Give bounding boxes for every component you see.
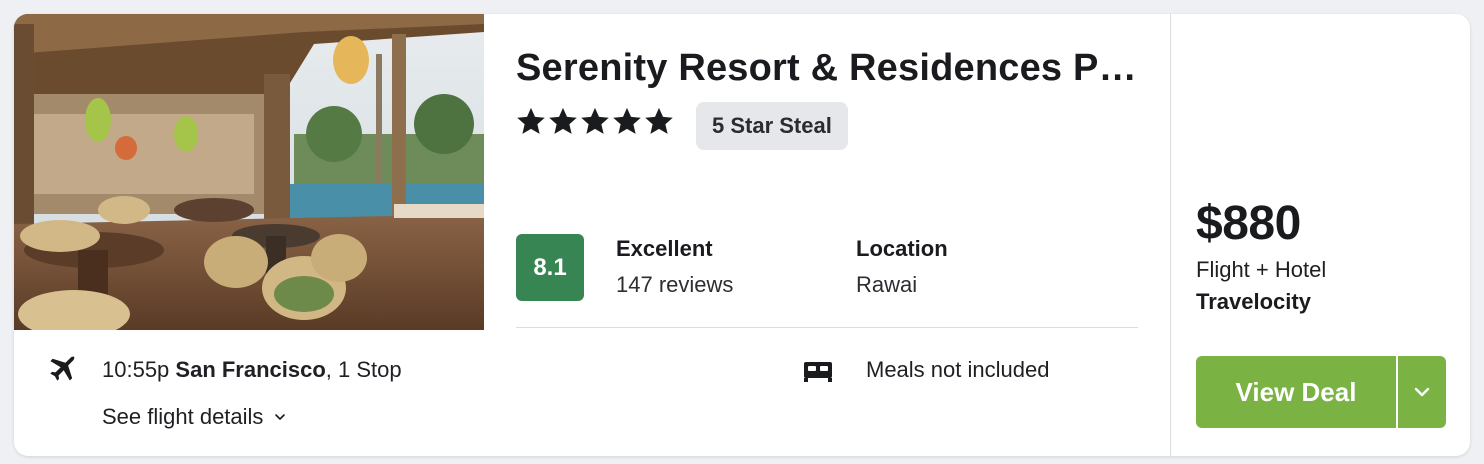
see-flight-details-label: See flight details — [102, 404, 264, 429]
star-rating — [516, 106, 674, 136]
review-count: 147 reviews — [616, 272, 734, 297]
price-column-divider — [1170, 14, 1171, 456]
star-icon — [549, 107, 577, 134]
origin-city: San Francisco — [175, 357, 326, 382]
departure-time: 10:55p — [102, 357, 176, 382]
view-deal-button[interactable]: View Deal — [1196, 356, 1396, 428]
bed-icon — [804, 362, 832, 382]
location-label: Location — [856, 236, 948, 261]
chevron-down-icon — [275, 414, 286, 420]
star-icon — [645, 107, 673, 134]
chevron-down-icon — [1414, 387, 1430, 397]
stop-count: , 1 Stop — [325, 357, 402, 382]
airplane-icon — [50, 356, 75, 381]
more-deals-toggle[interactable] — [1398, 356, 1446, 428]
deal-badge: 5 Star Steal — [696, 102, 848, 150]
hotel-name[interactable]: Serenity Resort & Residences Phuket — [516, 44, 1142, 92]
hotel-photo[interactable] — [14, 14, 484, 330]
divider — [516, 327, 1138, 328]
bundle-type: Flight + Hotel — [1196, 257, 1327, 282]
deal-provider: Travelocity — [1196, 289, 1311, 314]
deal-price: $880 — [1196, 197, 1301, 250]
rating-score: 8.1 — [516, 234, 584, 301]
see-flight-details-link[interactable]: See flight details — [102, 404, 287, 430]
hotel-deal-card[interactable]: Serenity Resort & Residences Phuket 5 St… — [14, 14, 1470, 456]
star-icon — [613, 107, 641, 134]
star-icon — [517, 107, 545, 134]
location-value: Rawai — [856, 272, 918, 297]
meals-info: Meals not included — [866, 357, 1050, 382]
rating-label: Excellent — [616, 236, 713, 261]
flight-summary: 10:55p San Francisco, 1 Stop — [102, 357, 402, 383]
star-icon — [581, 107, 609, 134]
